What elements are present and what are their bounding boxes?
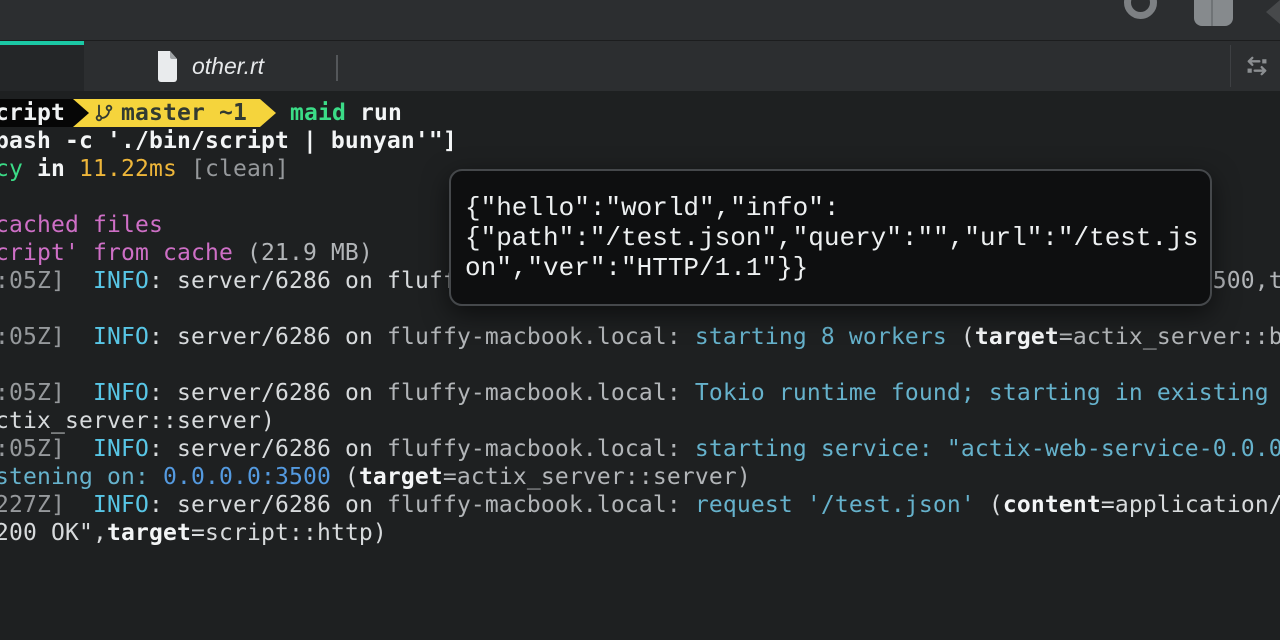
- git-branch-icon: [94, 102, 114, 124]
- terminal-segment: [65, 436, 93, 462]
- terminal-segment: [681, 324, 695, 350]
- prompt-command: maid run: [290, 99, 402, 127]
- terminal-content: cript master ~1 maid run bash -c './bin/…: [0, 99, 1280, 547]
- terminal-segment: ctix_server::server): [0, 408, 275, 434]
- terminal-line: :05Z] INFO: server/6286 on fluffy-macboo…: [0, 323, 1280, 351]
- command-args: run: [360, 99, 402, 127]
- terminal-line: ctix_server::server): [0, 407, 1280, 435]
- terminal-segment: 11.22ms: [79, 156, 177, 182]
- terminal-segment: in: [23, 156, 79, 182]
- powerline-arrow-icon: [73, 99, 89, 127]
- terminal-segment: (21.9 MB): [247, 240, 373, 266]
- terminal-segment: INFO: [93, 324, 149, 350]
- terminal-segment: [65, 492, 93, 518]
- terminal-segment: starting service: "actix-web-service-0.0…: [695, 436, 1280, 462]
- terminal-segment: cached files: [0, 212, 163, 238]
- tooltip-json-line: {"path":"/test.json","query":"","url":"/…: [465, 223, 1196, 253]
- terminal-segment: [65, 268, 93, 294]
- terminal-line: stening on: 0.0.0.0:3500 (target=actix_s…: [0, 463, 1280, 491]
- pane-divider: [1230, 45, 1231, 87]
- corner-wedge-icon: [1266, 0, 1280, 24]
- terminal-segment: target: [107, 520, 191, 546]
- terminal-line: [0, 351, 1280, 379]
- file-icon: [154, 50, 180, 83]
- prompt-dir-segment: cript: [0, 99, 73, 127]
- tab-other-rt[interactable]: other.rt: [140, 41, 264, 91]
- terminal-segment: cript' from cache: [0, 240, 247, 266]
- terminal-segment: 227Z]: [0, 492, 65, 518]
- powerline-arrow-icon: [260, 99, 276, 127]
- terminal-segment: :05Z]: [0, 380, 65, 406]
- terminal-segment: =script::http): [191, 520, 387, 546]
- terminal-segment: :05Z]: [0, 324, 65, 350]
- split-panes-icon[interactable]: [1242, 52, 1272, 80]
- terminal-segment: INFO: [93, 380, 149, 406]
- terminal-segment: INFO: [93, 492, 149, 518]
- tab-separator: [336, 55, 338, 81]
- terminal-segment: request '/test.json': [695, 492, 975, 518]
- terminal-segment: bash -c './bin/script | bunyan'"]: [0, 128, 457, 154]
- title-bar: [0, 0, 1280, 41]
- terminal-segment: starting 8 workers: [695, 324, 947, 350]
- terminal-line: :05Z] INFO: server/6286 on fluffy-macboo…: [0, 435, 1280, 463]
- terminal-segment: : server/6286 on: [149, 492, 387, 518]
- terminal-prompt: cript master ~1 maid run: [0, 99, 1280, 127]
- panel-seam: [1211, 0, 1213, 26]
- history-ring-icon[interactable]: [1124, 0, 1157, 19]
- tooltip-json-line: {"hello":"world","info":: [465, 193, 1196, 223]
- terminal-line: 200 OK",target=script::http): [0, 519, 1280, 547]
- terminal-segment: 200 OK",: [0, 520, 107, 546]
- terminal-segment: =actix_server::bu: [1059, 324, 1280, 350]
- terminal-segment: [65, 380, 93, 406]
- terminal-segment: INFO: [93, 268, 149, 294]
- terminal-segment: :05Z]: [0, 436, 65, 462]
- terminal-segment: stening on:: [0, 464, 163, 490]
- terminal-segment: fluffy-macbook.local:: [387, 492, 681, 518]
- terminal-segment: (: [947, 324, 975, 350]
- active-tab-accent: [0, 41, 84, 45]
- terminal-segment: [clean]: [177, 156, 289, 182]
- prompt-dir: cript: [0, 99, 65, 127]
- terminal-segment: :05Z]: [0, 268, 65, 294]
- terminal-segment: =application/j: [1101, 492, 1280, 518]
- terminal-segment: : server/6286 on: [149, 436, 387, 462]
- terminal-segment: fluffy-macbook.local:: [387, 380, 681, 406]
- tab-label: other.rt: [192, 53, 264, 80]
- terminal-segment: fluffy-macbook.local:: [387, 436, 681, 462]
- terminal-segment: [681, 380, 695, 406]
- terminal-tab[interactable]: [0, 41, 84, 91]
- terminal-segment: [65, 324, 93, 350]
- terminal-segment: : server/6286 on: [149, 380, 387, 406]
- terminal-line: 227Z] INFO: server/6286 on fluffy-macboo…: [0, 491, 1280, 519]
- terminal-segment: content: [1003, 492, 1101, 518]
- command-name: maid: [290, 99, 346, 127]
- tab-bar: other.rt: [0, 41, 1280, 91]
- terminal-segment: (: [975, 492, 1003, 518]
- terminal-segment: : server/6286 on fluff: [149, 268, 457, 294]
- terminal-line: :05Z] INFO: server/6286 on fluffy-macboo…: [0, 379, 1280, 407]
- terminal-segment: target: [359, 464, 443, 490]
- terminal-segment: fluffy-macbook.local:: [387, 324, 681, 350]
- layout-panel-icon[interactable]: [1194, 0, 1233, 26]
- terminal-segment: (: [331, 464, 359, 490]
- terminal-line: bash -c './bin/script | bunyan'"]: [0, 127, 1280, 155]
- terminal-segment: [681, 436, 695, 462]
- tooltip-json-line: on","ver":"HTTP/1.1"}}: [465, 253, 1196, 283]
- terminal-segment: [681, 492, 695, 518]
- terminal-segment: 0.0.0.0:3500: [163, 464, 331, 490]
- response-tooltip: {"hello":"world","info": {"path":"/test.…: [449, 169, 1212, 306]
- terminal-segment: INFO: [93, 436, 149, 462]
- terminal-segment: target: [975, 324, 1059, 350]
- terminal-segment: cy: [0, 156, 23, 182]
- terminal-segment: : server/6286 on: [149, 324, 387, 350]
- terminal-segment: =actix_server::server): [443, 464, 751, 490]
- prompt-git-segment: master ~1: [89, 99, 260, 127]
- git-branch-label: master ~1: [121, 99, 247, 127]
- terminal-segment: Tokio runtime found; starting in existin…: [695, 380, 1280, 406]
